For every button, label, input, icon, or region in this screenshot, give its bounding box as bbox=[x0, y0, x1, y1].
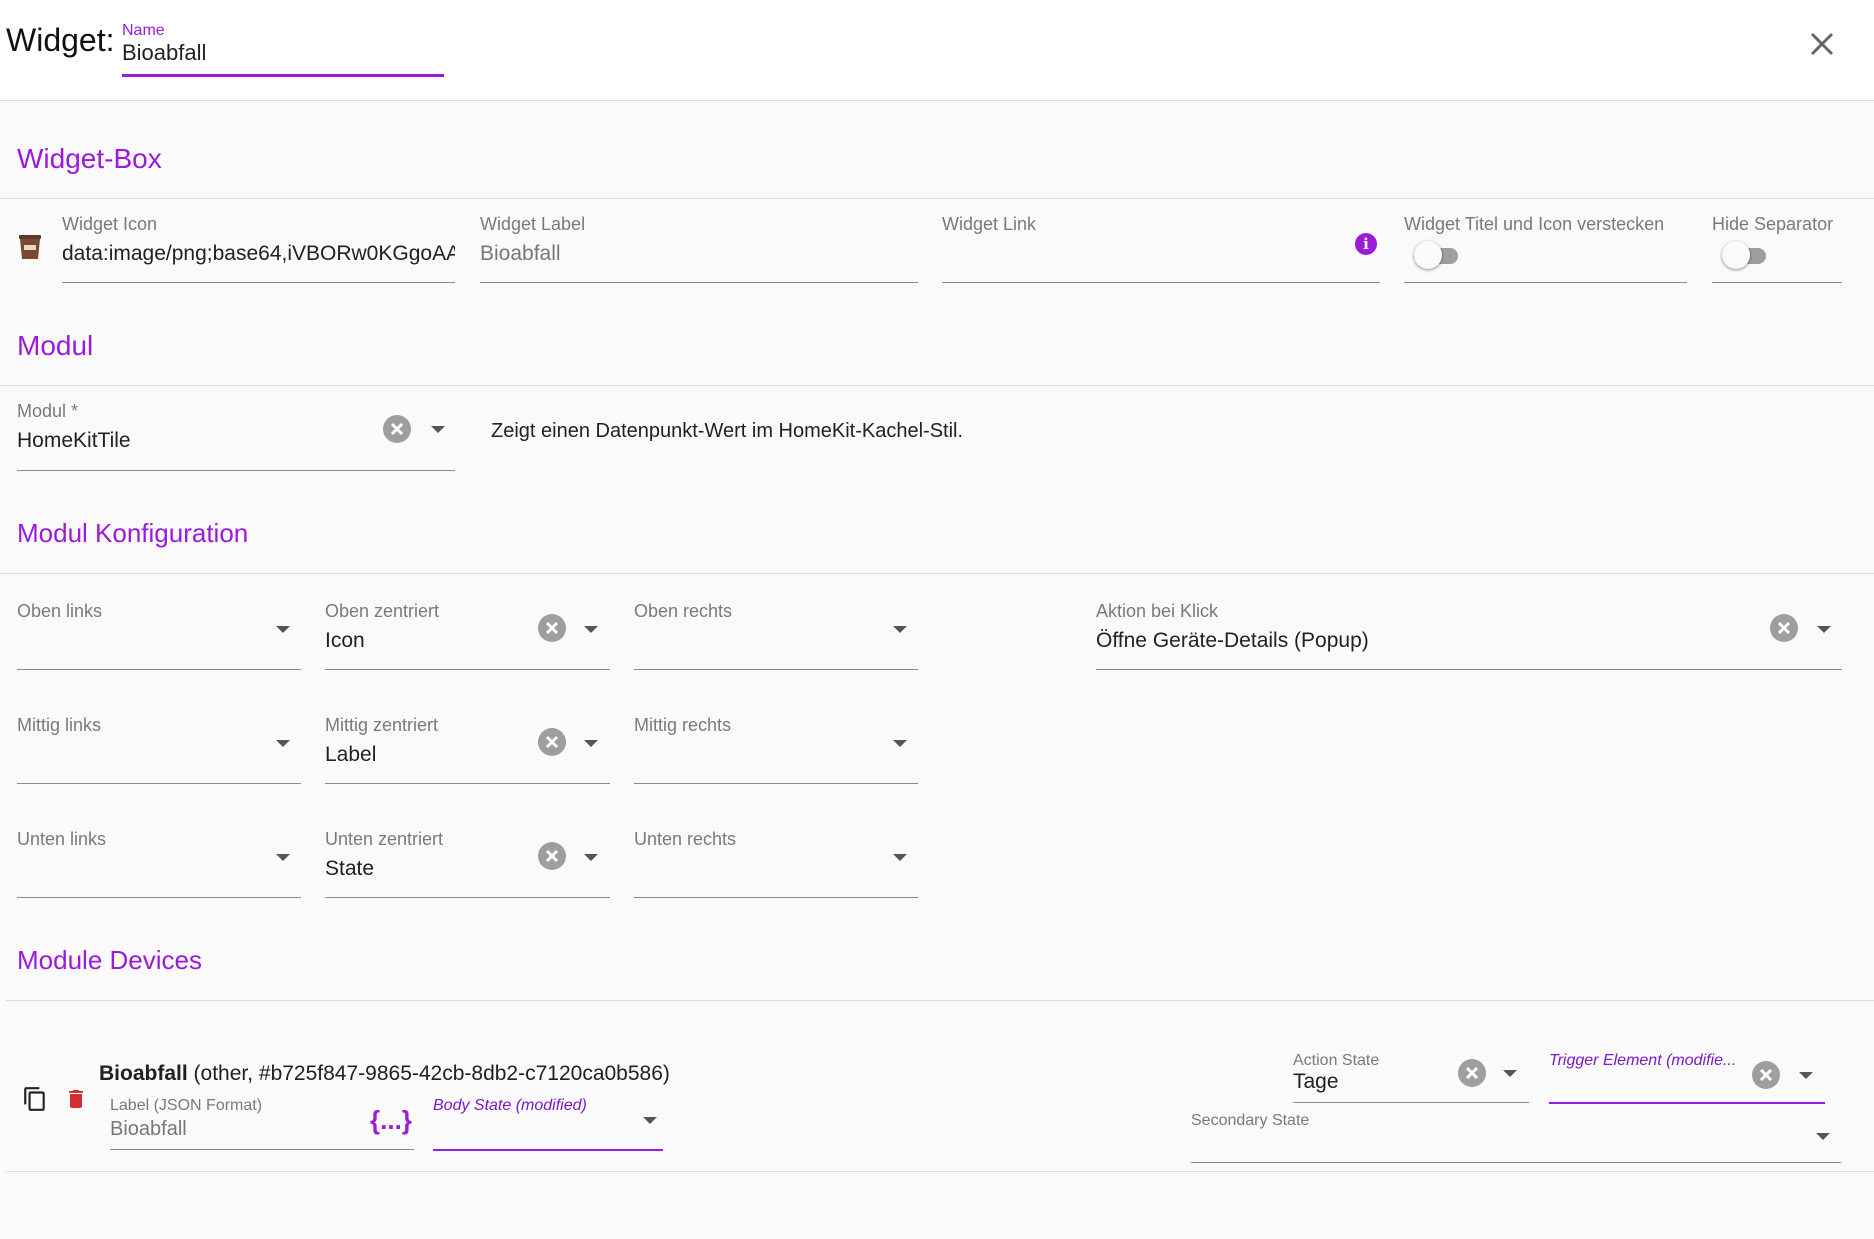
oben-zentriert-select[interactable]: Oben zentriert Icon bbox=[325, 601, 610, 670]
modul-value: HomeKitTile bbox=[17, 429, 131, 452]
chevron-down-icon[interactable] bbox=[584, 854, 598, 861]
section-title-module-devices: Module Devices bbox=[17, 945, 202, 975]
chevron-down-icon[interactable] bbox=[431, 426, 445, 433]
delete-icon[interactable] bbox=[64, 1086, 88, 1112]
mittig-rechts-label: Mittig rechts bbox=[634, 715, 732, 735]
widget-icon-label: Widget Icon bbox=[62, 214, 158, 234]
section-title-widget-box: Widget-Box bbox=[17, 143, 162, 174]
aktion-bei-klick-select[interactable]: Aktion bei Klick Öffne Geräte-Details (P… bbox=[1096, 601, 1842, 670]
chevron-down-icon[interactable] bbox=[276, 626, 290, 633]
chevron-down-icon[interactable] bbox=[584, 740, 598, 747]
divider bbox=[0, 198, 1874, 199]
clear-icon[interactable] bbox=[538, 842, 566, 870]
close-icon[interactable] bbox=[1806, 28, 1838, 60]
mittig-links-label: Mittig links bbox=[17, 715, 102, 735]
clear-icon[interactable] bbox=[1458, 1059, 1486, 1087]
copy-icon[interactable] bbox=[22, 1086, 48, 1112]
mittig-rechts-select[interactable]: Mittig rechts bbox=[634, 715, 918, 784]
chevron-down-icon[interactable] bbox=[1816, 1133, 1830, 1140]
widget-icon-field[interactable]: Widget Icon data:image/png;base64,iVBORw… bbox=[62, 214, 455, 283]
name-input[interactable] bbox=[122, 40, 442, 66]
name-field[interactable]: Name bbox=[122, 22, 444, 77]
oben-links-select[interactable]: Oben links bbox=[17, 601, 301, 670]
chevron-down-icon[interactable] bbox=[276, 740, 290, 747]
chevron-down-icon[interactable] bbox=[584, 626, 598, 633]
widget-link-field[interactable]: Widget Link i bbox=[942, 214, 1380, 283]
action-state-value: Tage bbox=[1293, 1070, 1339, 1093]
modul-description: Zeigt einen Datenpunkt-Wert im HomeKit-K… bbox=[491, 420, 964, 442]
widget-icon-value[interactable]: data:image/png;base64,iVBORw0KGgoAA bbox=[62, 242, 455, 266]
aktion-bei-klick-label: Aktion bei Klick bbox=[1096, 601, 1219, 621]
mittig-zentriert-value: Label bbox=[325, 743, 377, 766]
body-state-label: Body State (modified) bbox=[433, 1097, 587, 1114]
device-row: Bioabfall (other, #b725f847-9865-42cb-8d… bbox=[6, 1001, 1874, 1172]
secondary-state-select[interactable]: Secondary State bbox=[1191, 1112, 1841, 1163]
name-field-label: Name bbox=[122, 22, 165, 39]
clear-icon[interactable] bbox=[538, 614, 566, 642]
action-state-label: Action State bbox=[1293, 1052, 1380, 1069]
hide-title-label: Widget Titel und Icon verstecken bbox=[1404, 214, 1665, 234]
device-title: Bioabfall (other, #b725f847-9865-42cb-8d… bbox=[99, 1062, 670, 1086]
aktion-bei-klick-value: Öffne Geräte-Details (Popup) bbox=[1096, 629, 1369, 652]
oben-zentriert-value: Icon bbox=[325, 629, 365, 652]
section-title-modul: Modul bbox=[17, 330, 94, 361]
unten-rechts-select[interactable]: Unten rechts bbox=[634, 829, 918, 898]
action-state-select[interactable]: Action State Tage bbox=[1293, 1052, 1529, 1103]
device-name: Bioabfall bbox=[99, 1062, 188, 1085]
oben-rechts-label: Oben rechts bbox=[634, 601, 733, 621]
chevron-down-icon[interactable] bbox=[893, 740, 907, 747]
chevron-down-icon[interactable] bbox=[1817, 626, 1831, 633]
trigger-element-select[interactable]: Trigger Element (modifie... bbox=[1549, 1052, 1825, 1104]
chevron-down-icon[interactable] bbox=[1503, 1070, 1517, 1077]
secondary-state-label: Secondary State bbox=[1191, 1112, 1310, 1129]
oben-rechts-select[interactable]: Oben rechts bbox=[634, 601, 918, 670]
section-title-modul-konfiguration: Modul Konfiguration bbox=[17, 518, 249, 548]
hide-separator-field: Hide Separator bbox=[1712, 214, 1842, 283]
clear-icon[interactable] bbox=[538, 728, 566, 756]
mittig-zentriert-select[interactable]: Mittig zentriert Label bbox=[325, 715, 610, 784]
divider bbox=[0, 573, 1874, 574]
chevron-down-icon[interactable] bbox=[1799, 1072, 1813, 1079]
hide-title-field: Widget Titel und Icon verstecken bbox=[1404, 214, 1687, 283]
hide-separator-toggle[interactable] bbox=[1722, 241, 1768, 269]
unten-zentriert-label: Unten zentriert bbox=[325, 829, 444, 849]
dialog-header: Widget: Name bbox=[0, 0, 1874, 101]
dialog-title: Widget: bbox=[6, 22, 115, 58]
device-label-field[interactable]: Label (JSON Format) Bioabfall {...} bbox=[110, 1097, 414, 1150]
unten-zentriert-select[interactable]: Unten zentriert State bbox=[325, 829, 610, 898]
divider bbox=[0, 385, 1874, 386]
chevron-down-icon[interactable] bbox=[643, 1117, 657, 1124]
device-label-value[interactable]: Bioabfall bbox=[110, 1118, 187, 1141]
chevron-down-icon[interactable] bbox=[276, 854, 290, 861]
hide-separator-label: Hide Separator bbox=[1712, 214, 1834, 234]
unten-links-label: Unten links bbox=[17, 829, 107, 849]
hide-title-toggle[interactable] bbox=[1414, 241, 1460, 269]
device-meta: (other, #b725f847-9865-42cb-8db2-c7120ca… bbox=[187, 1062, 670, 1085]
body-state-select[interactable]: Body State (modified) bbox=[433, 1097, 663, 1151]
json-format-icon[interactable]: {...} bbox=[370, 1105, 412, 1136]
oben-zentriert-label: Oben zentriert bbox=[325, 601, 440, 621]
trigger-element-label: Trigger Element (modifie... bbox=[1549, 1052, 1737, 1069]
modul-select[interactable]: Modul * HomeKitTile bbox=[17, 401, 455, 471]
info-icon[interactable]: i bbox=[1355, 233, 1377, 255]
unten-rechts-label: Unten rechts bbox=[634, 829, 737, 849]
mittig-links-select[interactable]: Mittig links bbox=[17, 715, 301, 784]
mittig-zentriert-label: Mittig zentriert bbox=[325, 715, 439, 735]
modul-label: Modul * bbox=[17, 401, 79, 421]
chevron-down-icon[interactable] bbox=[893, 854, 907, 861]
clear-icon[interactable] bbox=[1752, 1061, 1780, 1089]
unten-links-select[interactable]: Unten links bbox=[17, 829, 301, 898]
widget-label-label: Widget Label bbox=[480, 214, 586, 234]
widget-label-value[interactable]: Bioabfall bbox=[480, 242, 561, 266]
device-label-label: Label (JSON Format) bbox=[110, 1097, 263, 1114]
clear-icon[interactable] bbox=[1770, 614, 1798, 642]
oben-links-label: Oben links bbox=[17, 601, 103, 621]
unten-zentriert-value: State bbox=[325, 857, 375, 880]
widget-icon-preview bbox=[17, 233, 43, 261]
widget-link-label: Widget Link bbox=[942, 214, 1037, 234]
chevron-down-icon[interactable] bbox=[893, 626, 907, 633]
widget-label-field[interactable]: Widget Label Bioabfall bbox=[480, 214, 918, 283]
clear-icon[interactable] bbox=[383, 415, 411, 443]
